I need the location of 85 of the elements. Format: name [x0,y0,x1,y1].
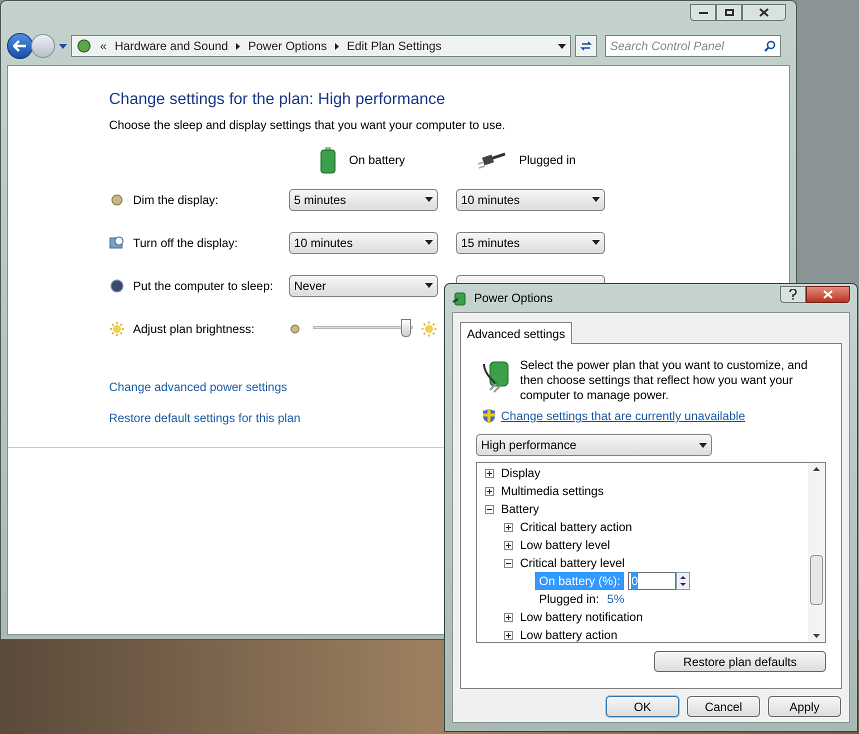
column-header: Plugged in [519,152,576,169]
slider-track[interactable] [313,318,413,338]
setting-label: Plugged in: [538,591,600,608]
dropdown[interactable]: Never [289,274,438,296]
link[interactable]: Change settings that are currently unavailable [501,407,746,425]
spin-arrows-icon[interactable] [676,572,690,590]
scrollbar[interactable] [808,463,825,642]
caret-icon [592,197,600,202]
breadcrumb-item[interactable]: Hardware and Sound [114,37,228,55]
tree-item[interactable]: Multimedia settings [501,482,604,500]
setting-label: Dim the display: [133,192,218,208]
expand-icon[interactable] [504,630,513,640]
back-button[interactable] [7,33,33,59]
maximize-button[interactable] [716,4,742,21]
tree-item[interactable]: Low battery notification [520,608,643,626]
help-button[interactable] [780,286,806,302]
dialog-button[interactable]: Apply [768,696,841,717]
dropdown[interactable]: 15 minutes [456,232,605,254]
caret-icon [558,44,566,48]
dim-sun-icon [289,322,301,334]
column-header: On battery [349,152,406,169]
scrollbar-thumb[interactable] [810,555,823,605]
dialog-button[interactable]: Cancel [687,696,760,717]
breadcrumb-item[interactable]: Edit Plan Settings [346,37,442,55]
dialog-button[interactable]: OK [606,696,679,717]
breadcrumb-item[interactable]: Power Options [248,37,327,55]
close-icon [759,8,769,17]
sun-icon [421,320,437,336]
setting-value[interactable]: 5% [607,590,624,608]
page-title: Change settings for the plan: High performance [109,90,446,110]
scroll-down-icon[interactable] [813,634,820,638]
collapse-icon[interactable] [485,504,494,514]
dropdown-caret-icon[interactable] [59,44,67,48]
scroll-up-icon[interactable] [813,467,820,471]
refresh-icon [580,40,592,52]
minimize-button[interactable] [690,4,716,21]
search-field[interactable]: Search Control Panel [605,35,781,57]
dialog-title: Power Options [474,290,553,307]
expand-icon[interactable] [485,486,494,496]
expand-icon[interactable] [504,612,513,622]
caret-icon [425,240,433,245]
tree-item[interactable]: Low battery level [520,536,610,554]
caret-icon [425,197,433,202]
dialog-description: Select the power plan that you want to customize, and then choose settings that reflect how you want your computer to manage power. [520,358,809,403]
refresh-button[interactable] [575,35,597,57]
sun-icon [109,320,125,336]
slider-thumb[interactable] [401,318,411,336]
chevron-icon [334,42,339,50]
close-button[interactable] [806,286,850,302]
help-icon [789,288,797,300]
dim-icon [109,192,125,208]
tree-item[interactable]: Battery [501,500,540,518]
restore-defaults-button[interactable]: Restore plan defaults [654,651,826,672]
dropdown[interactable]: High performance [476,434,712,456]
tree-item[interactable]: Critical battery action [520,518,632,536]
setting-label: Put the computer to sleep: [133,278,274,294]
tree-item[interactable]: Display [501,464,540,482]
page-subtitle: Choose the sleep and display settings that you want your computer to use. [109,117,506,134]
dropdown[interactable]: 10 minutes [456,188,605,210]
tab[interactable]: Advanced settings [460,322,572,344]
back-arrow-icon [13,40,27,52]
caret-icon [425,283,433,288]
chevron-icon [236,42,240,50]
search-icon [764,40,776,52]
setting-label: Turn off the display: [133,234,238,252]
caret-icon [592,240,600,245]
shield-icon [482,408,496,424]
tree-item[interactable]: Low battery action [520,626,618,642]
power-options-icon [452,290,468,306]
address-bar[interactable]: « Hardware and Sound Power Options Edit Plan Settings [71,35,571,57]
breadcrumb-item[interactable]: « [100,37,107,55]
dropdown[interactable]: 10 minutes [289,232,438,254]
close-icon [823,290,833,298]
setting-label: Adjust plan brightness: [133,320,254,338]
expand-icon[interactable] [485,468,494,478]
dropdown[interactable]: 5 minutes [289,188,438,210]
expand-icon[interactable] [504,540,513,550]
close-button[interactable] [742,4,786,21]
collapse-icon[interactable] [504,558,513,568]
setting-label: On battery (%): [535,572,624,590]
expand-icon[interactable] [504,522,513,532]
control-panel-icon [76,38,92,54]
tree-item[interactable]: Critical battery level [520,554,625,572]
battery-icon [319,146,337,174]
caret-icon [699,442,707,448]
